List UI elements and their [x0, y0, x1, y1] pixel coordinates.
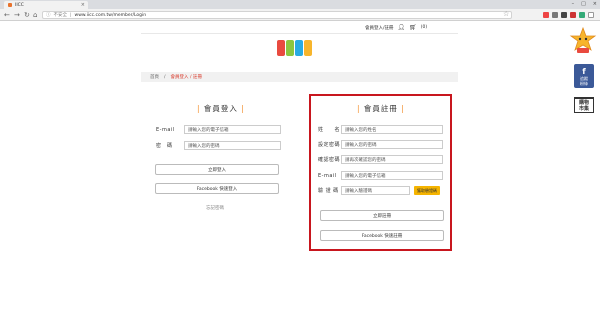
login-email-input[interactable]: 請輸入您的電子信箱 [184, 125, 281, 134]
home-icon[interactable]: ⌂ [33, 11, 37, 19]
register-name-input[interactable]: 請輸入您的姓名 [341, 125, 443, 134]
register-name-label: 姓 名 [318, 127, 341, 133]
window-controls: – □ × [572, 1, 597, 7]
forward-icon[interactable]: → [14, 11, 20, 19]
extension-icon[interactable] [552, 12, 558, 18]
shopping-bag-icon: 購物 市集 [574, 97, 594, 113]
cart-icon[interactable]: 🛒︎ [409, 24, 417, 31]
forgot-password-link[interactable]: 忘記密碼 [206, 205, 224, 211]
login-password-input[interactable]: 請輸入您的密碼 [184, 141, 281, 150]
tab-close-icon[interactable]: × [81, 2, 85, 8]
menu-dots-icon[interactable] [588, 12, 594, 18]
security-label: 不安全 [53, 13, 68, 18]
url-text: www.iicc.com.tw/member/Login [74, 12, 147, 18]
login-email-row: E-mail 請輸入您的電子信箱 [156, 125, 281, 134]
cart-count: (0) [420, 25, 428, 30]
register-name-row: 姓 名 請輸入您的姓名 [318, 125, 443, 134]
login-email-label: E-mail [156, 126, 175, 133]
site-logo[interactable] [277, 40, 312, 56]
register-password-row: 設定密碼 請輸入您的密碼 [318, 140, 443, 149]
register-confirm-label: 確認密碼 [318, 157, 341, 163]
login-register-link[interactable]: 會員登入/註冊 [365, 25, 394, 31]
address-bar-row: ← → ↻ ⌂ ⓘ 不安全 | www.iicc.com.tw/member/L… [0, 9, 600, 21]
extension-icon[interactable] [561, 12, 567, 18]
back-icon[interactable]: ← [4, 11, 10, 19]
window-close-icon[interactable]: × [593, 1, 597, 7]
facebook-icon: f [582, 66, 586, 76]
facebook-login-button[interactable]: Facebook 快速登入 [155, 183, 279, 194]
bookmark-star-icon[interactable]: ☆ [503, 10, 509, 18]
maximize-icon[interactable]: □ [581, 1, 586, 7]
extensions-tray [543, 12, 594, 18]
register-email-row: E-mail 請輸入您的電子信箱 [318, 171, 443, 180]
info-icon[interactable]: ⓘ [46, 12, 51, 18]
minimize-icon[interactable]: – [572, 1, 575, 7]
site-favicon-icon [8, 3, 12, 7]
login-button[interactable]: 立即登入 [155, 164, 279, 175]
breadcrumb-home[interactable]: 首頁 [150, 74, 159, 80]
market-widget[interactable]: 購物 市集 [571, 92, 597, 118]
extension-icon[interactable] [543, 12, 549, 18]
register-password-input[interactable]: 請輸入您的密碼 [341, 140, 443, 149]
facebook-follow-widget[interactable]: f 追蹤 粉絲 [574, 64, 594, 88]
breadcrumb-separator: / [164, 74, 166, 80]
register-code-input[interactable]: 請輸入驗證碼 [341, 186, 410, 195]
extension-icon[interactable] [570, 12, 576, 18]
reload-icon[interactable]: ↻ [24, 11, 30, 19]
tab-title: IICC [15, 2, 24, 8]
user-icon[interactable]: 👤︎ [398, 24, 406, 31]
register-email-label: E-mail [318, 172, 337, 179]
browser-tab[interactable]: IICC × [4, 1, 88, 9]
register-confirm-row: 確認密碼 請再次確認您的密碼 [318, 155, 443, 164]
mascot-icon[interactable] [569, 26, 597, 56]
address-bar[interactable]: ⓘ 不安全 | www.iicc.com.tw/member/Login [42, 11, 512, 19]
facebook-register-button[interactable]: Facebook 快速註冊 [320, 230, 444, 241]
login-password-label: 密 碼 [156, 143, 173, 149]
get-code-button[interactable]: 獲取驗證碼 [414, 186, 440, 195]
register-code-row: 驗 證 碼 請輸入驗證碼 獲取驗證碼 [318, 186, 440, 195]
login-title: | 會員登入 | [197, 104, 245, 113]
register-email-input[interactable]: 請輸入您的電子信箱 [341, 171, 443, 180]
login-password-row: 密 碼 請輸入您的密碼 [156, 141, 281, 150]
site-top-nav: 會員登入/註冊 👤︎ 🛒︎ (0) [365, 24, 427, 31]
breadcrumb-current: 會員登入 / 註冊 [170, 75, 202, 80]
register-button[interactable]: 立即註冊 [320, 210, 444, 221]
register-confirm-input[interactable]: 請再次確認您的密碼 [341, 155, 443, 164]
extension-icon[interactable] [579, 12, 585, 18]
register-password-label: 設定密碼 [318, 142, 341, 148]
breadcrumb: 首頁 / 會員登入 / 註冊 [141, 72, 458, 82]
register-code-label: 驗 證 碼 [318, 188, 339, 194]
header-divider [141, 33, 458, 34]
register-title: | 會員註冊 | [357, 104, 405, 113]
browser-tab-bar: IICC × – □ × [0, 0, 600, 9]
